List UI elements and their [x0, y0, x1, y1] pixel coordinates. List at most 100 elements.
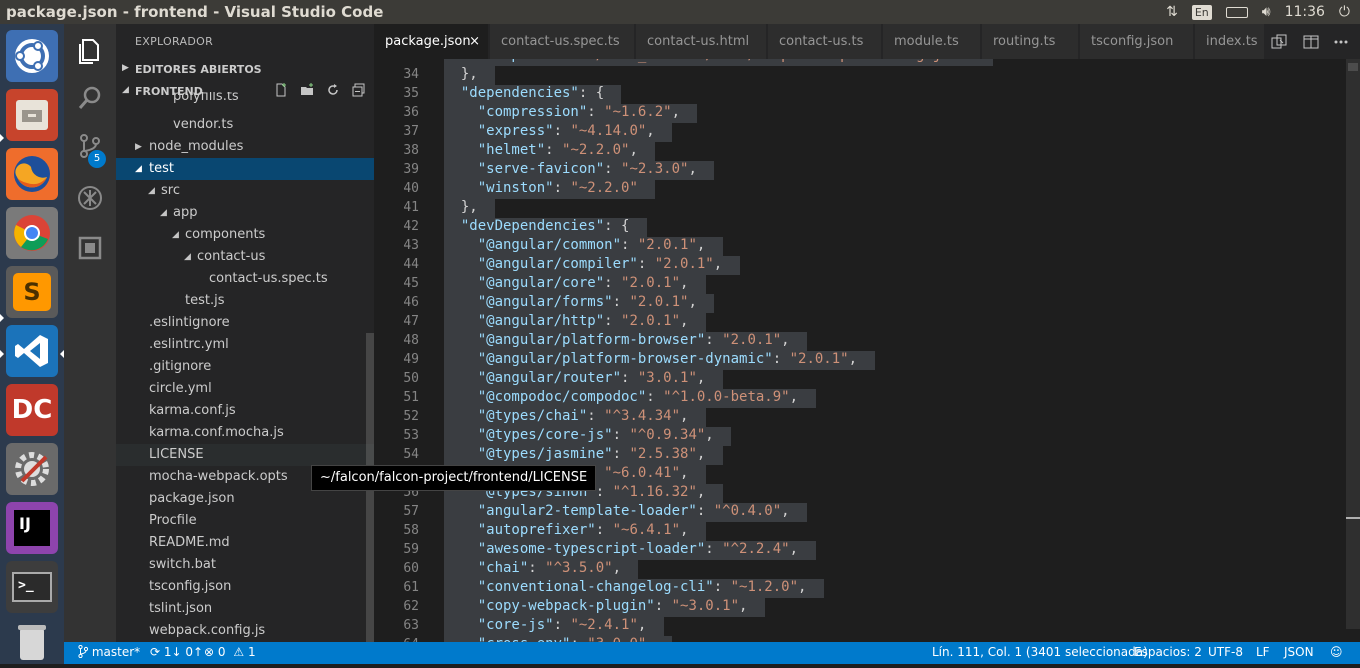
- tree-file[interactable]: package.json: [116, 488, 374, 510]
- sublime-text-icon[interactable]: S: [6, 266, 58, 318]
- tab-routing-ts[interactable]: routing.ts: [982, 24, 1079, 59]
- tree-file[interactable]: karma.conf.mocha.js: [116, 422, 374, 444]
- tree-file[interactable]: .gitignore: [116, 356, 374, 378]
- cursor-position[interactable]: Lín. 111, Col. 1 (3401 seleccionada): [932, 645, 1148, 659]
- tab-contact-us-ts[interactable]: contact-us.ts: [768, 24, 882, 59]
- indentation[interactable]: Espacios: 2: [1134, 645, 1202, 659]
- code-line[interactable]: "@angular/core": "2.0.1",: [444, 275, 689, 291]
- code-line[interactable]: "@types/jasmine": "2.5.38",: [444, 446, 706, 462]
- chrome-icon[interactable]: [6, 207, 58, 259]
- code-line[interactable]: "@angular/router": "3.0.1",: [444, 370, 706, 386]
- code-line[interactable]: "@angular/http": "2.0.1",: [444, 313, 689, 329]
- code-line[interactable]: "express": "~4.14.0",: [444, 123, 655, 139]
- git-sync[interactable]: ⟳ 1↓ 0↑: [150, 645, 203, 659]
- tab-contact-us-spec[interactable]: contact-us.spec.ts: [490, 24, 635, 59]
- tab-package-json[interactable]: package.json ×: [374, 24, 489, 59]
- ubuntu-dash-icon[interactable]: [6, 30, 58, 82]
- code-line[interactable]: "@angular/platform-browser": "2.0.1",: [444, 332, 790, 348]
- volume-icon[interactable]: 🔊︎: [1262, 4, 1271, 20]
- git-branch[interactable]: master*: [78, 644, 140, 659]
- code-line[interactable]: "awesome-typescript-loader": "^2.2.4",: [444, 541, 798, 557]
- problems-indicator[interactable]: ⊗ 0 ⚠ 1: [204, 645, 256, 659]
- code-line[interactable]: "dependencies": {: [444, 85, 604, 101]
- tree-file[interactable]: tsconfig.json: [116, 576, 374, 598]
- power-icon[interactable]: ⏻: [1339, 4, 1350, 20]
- tree-file[interactable]: karma.conf.js: [116, 400, 374, 422]
- tree-folder[interactable]: ◢ app: [116, 202, 374, 224]
- doublecmd-icon[interactable]: DC: [6, 384, 58, 436]
- feedback-icon[interactable]: ☺: [1330, 645, 1343, 659]
- network-icon[interactable]: ⇅: [1166, 4, 1178, 20]
- end-of-line[interactable]: LF: [1256, 645, 1270, 659]
- tree-folder[interactable]: ◢ contact-us: [116, 246, 374, 268]
- battery-icon[interactable]: [1225, 6, 1248, 18]
- code-editor[interactable]: 33 "compodoc": "./node_modules/.bin/comp…: [374, 59, 1360, 642]
- tree-folder[interactable]: ◢ components: [116, 224, 374, 246]
- tree-file[interactable]: webpack.config.js: [116, 620, 374, 642]
- tree-file[interactable]: tslint.json: [116, 598, 374, 620]
- code-line[interactable]: },: [444, 66, 478, 82]
- terminal-icon[interactable]: >_: [6, 561, 58, 613]
- tree-folder-selected[interactable]: ◢ test: [116, 158, 374, 180]
- code-line[interactable]: "serve-favicon": "~2.3.0",: [444, 161, 697, 177]
- open-changes-icon[interactable]: [1271, 34, 1287, 50]
- open-editors-section[interactable]: ▶ EDITORES ABIERTOS: [116, 59, 374, 81]
- code-line[interactable]: "compodoc": "./node_modules/.bin/compodo…: [444, 59, 975, 63]
- search-icon[interactable]: [76, 84, 104, 112]
- tree-file[interactable]: circle.yml: [116, 378, 374, 400]
- tree-file[interactable]: contact-us.spec.ts: [116, 268, 374, 290]
- code-line[interactable]: "@angular/common": "2.0.1",: [444, 237, 706, 253]
- trash-icon[interactable]: [6, 616, 58, 668]
- code-line[interactable]: "@types/chai": "^3.4.34",: [444, 408, 689, 424]
- code-line[interactable]: },: [444, 199, 478, 215]
- intellij-icon[interactable]: IJ: [6, 502, 58, 554]
- code-line[interactable]: "helmet": "~2.2.0",: [444, 142, 638, 158]
- code-line[interactable]: "compression": "~1.6.2",: [444, 104, 680, 120]
- tree-folder[interactable]: ◢ src: [116, 180, 374, 202]
- code-line[interactable]: "chai": "^3.5.0",: [444, 560, 621, 576]
- code-line[interactable]: "@angular/platform-browser-dynamic": "2.…: [444, 351, 857, 367]
- code-line[interactable]: "@types/core-js": "^0.9.34",: [444, 427, 714, 443]
- tab-index-ts[interactable]: index.ts: [1195, 24, 1265, 59]
- tree-file[interactable]: switch.bat: [116, 554, 374, 576]
- tree-file[interactable]: vendor.ts: [116, 114, 374, 136]
- code-line[interactable]: "autoprefixer": "~6.4.1",: [444, 522, 689, 538]
- tree-folder[interactable]: ▶ node_modules: [116, 136, 374, 158]
- tree-file[interactable]: Procfile: [116, 510, 374, 532]
- tab-tsconfig-json[interactable]: tsconfig.json: [1080, 24, 1194, 59]
- keyboard-layout-indicator[interactable]: En: [1191, 4, 1212, 20]
- tree-file-hovered[interactable]: LICENSE: [116, 444, 374, 466]
- tree-file[interactable]: .eslintrc.yml: [116, 334, 374, 356]
- tree-file[interactable]: README.md: [116, 532, 374, 554]
- language-mode[interactable]: JSON: [1284, 645, 1314, 659]
- tab-contact-us-html[interactable]: contact-us.html: [636, 24, 767, 59]
- more-actions-icon[interactable]: [1333, 34, 1349, 50]
- code-line[interactable]: "angular2-template-loader": "^0.4.0",: [444, 503, 790, 519]
- code-line[interactable]: "devDependencies": {: [444, 218, 630, 234]
- debug-icon[interactable]: [76, 184, 104, 212]
- extensions-icon[interactable]: [76, 234, 104, 262]
- code-line[interactable]: "winston": "~2.2.0": [444, 180, 638, 196]
- vscode-icon[interactable]: [6, 325, 58, 377]
- tree-file[interactable]: test.js: [116, 290, 374, 312]
- code-line[interactable]: "@compodoc/compodoc": "^1.0.0-beta.9",: [444, 389, 798, 405]
- scrollbar-thumb[interactable]: [1348, 63, 1358, 71]
- tree-file[interactable]: polyfills.ts: [116, 92, 374, 110]
- split-editor-icon[interactable]: [1303, 34, 1319, 50]
- explorer-icon[interactable]: [76, 36, 104, 64]
- clock[interactable]: 11:36: [1285, 4, 1325, 20]
- code-line[interactable]: "copy-webpack-plugin": "~3.0.1",: [444, 598, 748, 614]
- selection-overview: [1346, 59, 1360, 629]
- code-line[interactable]: "@angular/forms": "2.0.1",: [444, 294, 697, 310]
- encoding[interactable]: UTF-8: [1208, 645, 1243, 659]
- firefox-icon[interactable]: [6, 148, 58, 200]
- tree-file[interactable]: .eslintignore: [116, 312, 374, 334]
- settings-icon[interactable]: [6, 443, 58, 495]
- code-line[interactable]: "@angular/compiler": "2.0.1",: [444, 256, 722, 272]
- tab-module-ts[interactable]: module.ts: [883, 24, 981, 59]
- files-icon[interactable]: [6, 89, 58, 141]
- editor-scrollbar[interactable]: [1346, 59, 1360, 642]
- close-icon[interactable]: ×: [469, 24, 480, 59]
- code-line[interactable]: "conventional-changelog-cli": "~1.2.0",: [444, 579, 807, 595]
- code-line[interactable]: "core-js": "~2.4.1",: [444, 617, 647, 633]
